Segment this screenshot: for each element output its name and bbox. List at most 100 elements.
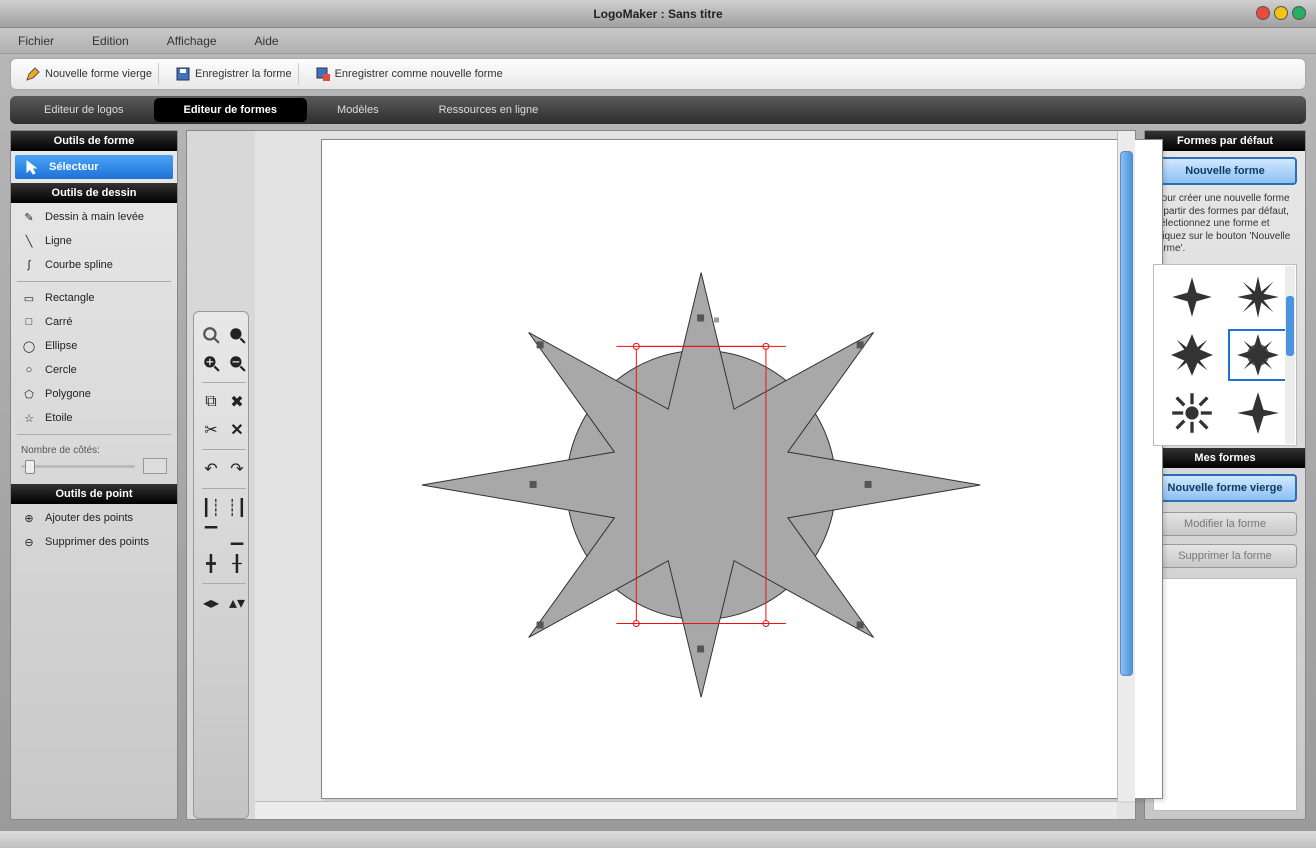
left-panel: Outils de forme Sélecteur Outils de dess… <box>10 130 178 820</box>
shape-thumb-diamond-star[interactable] <box>1228 387 1288 439</box>
new-blank-shape-button[interactable]: Nouvelle forme vierge <box>19 63 159 85</box>
shape-thumb-selected[interactable] <box>1228 329 1288 381</box>
zoom-reset-button[interactable] <box>202 326 220 344</box>
circle-icon: ○ <box>21 362 37 378</box>
rectangle-icon: ▭ <box>21 290 37 306</box>
tool-square[interactable]: □Carré <box>11 310 177 334</box>
align-left-button[interactable]: ┃┊ <box>202 499 220 517</box>
menu-edit[interactable]: Edition <box>92 34 129 48</box>
minimize-icon[interactable] <box>1274 6 1288 20</box>
tool-label: Cercle <box>45 364 77 376</box>
tool-circle[interactable]: ○ Cercle <box>11 358 177 382</box>
tool-label: Polygone <box>45 388 91 400</box>
modify-shape-button[interactable]: Modifier la forme <box>1153 512 1297 536</box>
zoom-fit-button[interactable] <box>228 326 246 344</box>
scrollbar-thumb[interactable] <box>1120 151 1133 676</box>
new-shape-button[interactable]: Nouvelle forme <box>1153 157 1297 185</box>
tool-polygon[interactable]: ⬠ Polygone <box>11 382 177 406</box>
slider-thumb-icon[interactable] <box>25 460 35 474</box>
right-panel: Formes par défaut Nouvelle forme Pour cr… <box>1144 130 1306 820</box>
delete-button[interactable]: ✖ <box>228 393 246 411</box>
horizontal-scrollbar[interactable] <box>255 801 1117 819</box>
new-blank-shape-button[interactable]: Nouvelle forme vierge <box>1153 474 1297 502</box>
align-center-h-button[interactable]: ╋ <box>202 555 220 573</box>
flip-h-button[interactable]: ◂▸ <box>202 594 220 612</box>
tool-rectangle[interactable]: ▭Rectangle <box>11 286 177 310</box>
tool-line[interactable]: ╲Ligne <box>11 229 177 253</box>
tab-shape-editor[interactable]: Editeur de formes <box>154 98 308 122</box>
info-text: Pour créer une nouvelle forme à partir d… <box>1145 191 1305 262</box>
cut-button[interactable]: ✂ <box>202 421 220 439</box>
tab-templates[interactable]: Modèles <box>307 98 409 122</box>
ellipse-icon: ◯ <box>21 338 37 354</box>
delete-shape-button[interactable]: Supprimer la forme <box>1153 544 1297 568</box>
tool-label: Ligne <box>45 235 72 247</box>
save-new-icon <box>315 66 331 82</box>
clear-button[interactable]: ✕ <box>228 421 246 439</box>
sides-value-box <box>143 458 167 474</box>
tool-star[interactable]: ☆Etoile <box>11 406 177 430</box>
toolbar-label: Enregistrer la forme <box>195 68 292 80</box>
sides-label: Nombre de côtés: <box>11 439 177 458</box>
pencil-icon: ✎ <box>21 209 37 225</box>
polygon-icon: ⬠ <box>21 386 37 402</box>
redo-button[interactable]: ↷ <box>228 460 246 478</box>
save-icon <box>175 66 191 82</box>
flip-v-button[interactable]: ▴▾ <box>228 594 246 612</box>
zoom-out-button[interactable] <box>228 354 246 372</box>
align-top-button[interactable]: ▔ <box>202 527 220 545</box>
tool-label: Dessin à main levée <box>45 211 144 223</box>
scrollbar-thumb[interactable] <box>1286 296 1294 356</box>
align-bottom-button[interactable]: ▁ <box>228 527 246 545</box>
align-right-button[interactable]: ┊┃ <box>228 499 246 517</box>
vertical-toolbox: ⧉ ✖ ✂ ✕ ↶ ↷ ┃┊ ┊┃ ▔ ▁ ╋ ╂ ◂▸ ▴▾ <box>193 311 249 819</box>
tool-add-points[interactable]: ⊕Ajouter des points <box>11 506 177 530</box>
pencil-icon <box>25 66 41 82</box>
close-icon[interactable] <box>1256 6 1270 20</box>
divider <box>202 583 246 584</box>
copy-button[interactable]: ⧉ <box>202 393 220 411</box>
menu-view[interactable]: Affichage <box>167 34 217 48</box>
shape-thumb-8point-bold[interactable] <box>1162 329 1222 381</box>
divider <box>17 281 171 282</box>
toolbar-label: Enregistrer comme nouvelle forme <box>335 68 503 80</box>
sides-slider[interactable] <box>21 465 135 468</box>
zoom-in-button[interactable] <box>202 354 220 372</box>
star-icon: ☆ <box>21 410 37 426</box>
shape-thumb-8point-thin[interactable] <box>1228 271 1288 323</box>
tool-label: Supprimer des points <box>45 536 149 548</box>
undo-button[interactable]: ↶ <box>202 460 220 478</box>
menubar: Fichier Edition Affichage Aide <box>0 28 1316 54</box>
tabbar: Editeur de logos Editeur de formes Modèl… <box>10 96 1306 124</box>
tool-delete-points[interactable]: ⊖Supprimer des points <box>11 530 177 554</box>
default-shapes-header: Formes par défaut <box>1145 131 1305 151</box>
tab-online-resources[interactable]: Ressources en ligne <box>409 98 569 122</box>
maximize-icon[interactable] <box>1292 6 1306 20</box>
tool-ellipse[interactable]: ◯ Ellipse <box>11 334 177 358</box>
gallery-scrollbar[interactable] <box>1285 266 1295 444</box>
align-center-v-button[interactable]: ╂ <box>228 555 246 573</box>
shape-thumb-4point[interactable] <box>1162 271 1222 323</box>
vertical-scrollbar[interactable] <box>1117 131 1135 801</box>
center-area: ⧉ ✖ ✂ ✕ ↶ ↷ ┃┊ ┊┃ ▔ ▁ ╋ ╂ ◂▸ ▴▾ <box>186 130 1136 820</box>
tool-selector[interactable]: Sélecteur <box>15 155 173 179</box>
shape-thumb-burst[interactable] <box>1162 387 1222 439</box>
canvas[interactable] <box>321 139 1163 799</box>
tool-label: Ajouter des points <box>45 512 133 524</box>
spline-icon: ∫ <box>21 257 37 273</box>
menu-file[interactable]: Fichier <box>18 34 54 48</box>
sides-control[interactable] <box>11 458 177 482</box>
point-tools-header: Outils de point <box>11 484 177 504</box>
my-shapes-header: Mes formes <box>1145 448 1305 468</box>
save-shape-button[interactable]: Enregistrer la forme <box>169 63 299 85</box>
menu-help[interactable]: Aide <box>255 34 279 48</box>
tool-label: Ellipse <box>45 340 77 352</box>
tool-spline[interactable]: ∫Courbe spline <box>11 253 177 277</box>
tool-freehand[interactable]: ✎ Dessin à main levée <box>11 205 177 229</box>
cursor-icon <box>25 159 41 175</box>
titlebar: LogoMaker : Sans titre <box>0 0 1316 28</box>
tab-logo-editor[interactable]: Editeur de logos <box>14 98 154 122</box>
save-as-new-button[interactable]: Enregistrer comme nouvelle forme <box>309 63 509 85</box>
shape-gallery <box>1153 264 1297 446</box>
draw-tools-header: Outils de dessin <box>11 183 177 203</box>
